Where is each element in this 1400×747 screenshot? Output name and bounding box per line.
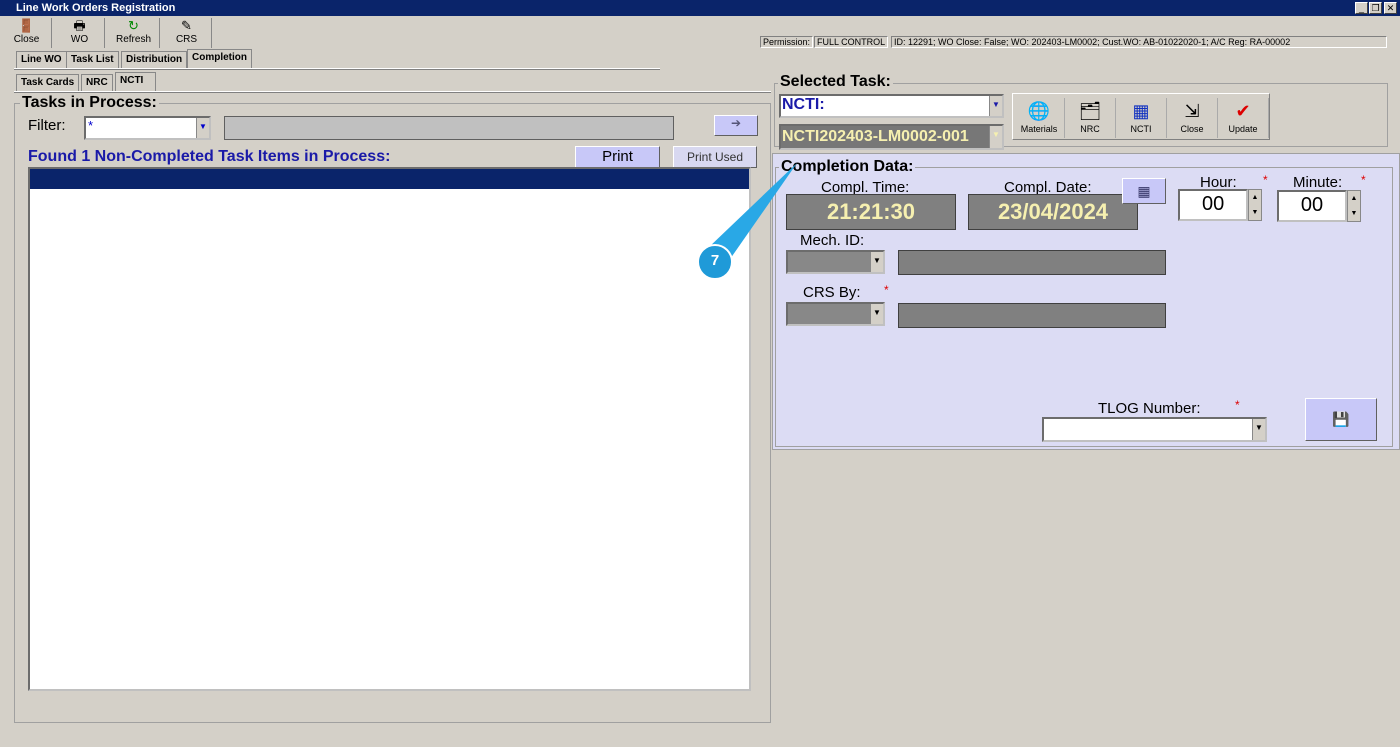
- tab-line-wo[interactable]: Line WO: [16, 51, 67, 68]
- tasks-list[interactable]: NCTI202403-LM0002-001 P DEM 4/11/2024 10…: [28, 167, 751, 691]
- selected-task-title: Selected Task:: [778, 73, 893, 91]
- required-marker: *: [884, 283, 889, 297]
- tlog-label: TLOG Number:: [1098, 400, 1201, 417]
- subtab-task-cards[interactable]: Task Cards: [16, 74, 80, 91]
- crs-by-dropdown[interactable]: ▼: [786, 302, 885, 326]
- floppy-disk-icon: 💾: [1332, 411, 1350, 427]
- chevron-down-icon[interactable]: ▼: [196, 118, 209, 138]
- tasks-title: Tasks in Process:: [20, 94, 159, 112]
- compl-time-value: 21:21:30: [786, 194, 956, 230]
- filter-value: *: [88, 118, 94, 133]
- chevron-down-icon[interactable]: ▼: [870, 252, 883, 272]
- label: NCTI: [1130, 124, 1152, 134]
- task-id: NCTI202403-LM0002-001: [32, 190, 207, 207]
- filter-dropdown[interactable]: * ▼: [84, 116, 211, 140]
- door-icon: 🚪: [18, 18, 35, 33]
- label: CRS: [175, 34, 198, 45]
- calendar-icon: ▦: [1137, 183, 1151, 199]
- globe-hand-icon: 🌐: [1027, 101, 1051, 121]
- tlog-dropdown[interactable]: ▼: [1042, 417, 1267, 442]
- subtab-nrc[interactable]: NRC: [81, 74, 113, 91]
- go-arrow-button[interactable]: ➔: [714, 115, 758, 136]
- compl-date-value: 23/04/2024: [968, 194, 1138, 230]
- tab-task-list[interactable]: Task List: [66, 51, 119, 68]
- printer-icon: 🖶: [73, 18, 86, 33]
- label: WO: [70, 34, 89, 45]
- filter-label: Filter:: [28, 117, 66, 134]
- permission-label: Permission:: [760, 36, 814, 48]
- task-date: 4/11/2024: [358, 250, 424, 267]
- toolbar-refresh-button[interactable]: ↻ Refresh: [108, 18, 160, 48]
- tab-completion[interactable]: Completion: [187, 49, 252, 69]
- label: Close: [13, 34, 40, 45]
- hour-stepper[interactable]: ▲ ▼: [1248, 189, 1262, 221]
- tab-distribution[interactable]: Distribution: [121, 51, 188, 68]
- label: Refresh: [115, 34, 151, 45]
- task-code: DEM: [312, 230, 346, 247]
- hour-input[interactable]: 00: [1178, 189, 1248, 221]
- window-title: Line Work Orders Registration: [16, 2, 176, 14]
- chevron-down-icon[interactable]: ▼: [1252, 419, 1265, 440]
- task-desc: TEST: [504, 290, 543, 307]
- nrc-button[interactable]: 🗂 NRC: [1065, 98, 1116, 138]
- ncti-button[interactable]: ▦ NCTI: [1116, 98, 1167, 138]
- toolbar-wo-button[interactable]: 🖶 WO: [55, 18, 105, 48]
- label: Update: [1228, 124, 1258, 134]
- task-dropdown[interactable]: NCTI202403-LM0002-001 ▼: [779, 124, 1004, 150]
- chevron-down-icon[interactable]: ▼: [989, 96, 1002, 116]
- required-marker: *: [1235, 398, 1240, 412]
- toolbar-close-button[interactable]: 🚪 Close: [2, 18, 52, 48]
- save-button[interactable]: 💾: [1305, 398, 1377, 441]
- subtab-ncti[interactable]: NCTI: [115, 72, 156, 92]
- label: NRC: [1080, 124, 1100, 134]
- crs-by-label: CRS By:: [803, 284, 861, 301]
- label: Materials: [1020, 124, 1058, 134]
- close-window-button[interactable]: ✕: [1384, 2, 1397, 14]
- update-button[interactable]: ✔ Update: [1218, 98, 1269, 138]
- found-count-label: Found 1 Non-Completed Task Items in Proc…: [28, 148, 391, 165]
- wo-info: ID: 12291; WO Close: False; WO: 202403-L…: [891, 36, 1387, 48]
- minimize-button[interactable]: _: [1355, 2, 1368, 14]
- print-button[interactable]: Print: [575, 146, 660, 168]
- minute-input[interactable]: 00: [1277, 190, 1347, 222]
- title-bar: Line Work Orders Registration: [0, 0, 1400, 16]
- required-marker: *: [1263, 173, 1268, 187]
- close-doc-icon: ⇲: [1184, 101, 1200, 121]
- calendar-button[interactable]: ▦: [1122, 178, 1166, 204]
- task-type-value: NCTI:: [782, 96, 825, 113]
- label: Close: [1180, 124, 1204, 134]
- clipboard-check-icon: ✔: [1235, 101, 1251, 121]
- crs-name-field: [898, 303, 1166, 328]
- refresh-icon: ↻: [128, 18, 139, 33]
- folder-icon: 🗂: [1078, 101, 1102, 121]
- restore-button[interactable]: ❐: [1369, 2, 1382, 14]
- divider: [14, 68, 660, 70]
- permission-value: FULL CONTROL: [814, 36, 889, 48]
- toolbar-crs-button[interactable]: ✎ CRS: [162, 18, 212, 48]
- chevron-down-icon[interactable]: ▼: [870, 304, 883, 324]
- filter-description: [224, 116, 674, 140]
- divider: [14, 91, 771, 93]
- task-type-dropdown[interactable]: NCTI: ▼: [779, 94, 1004, 118]
- task-time: 10:01: [448, 270, 486, 287]
- import-icon: ▦: [1132, 101, 1150, 121]
- arrow-right-icon: ➔: [730, 116, 742, 130]
- mech-name-field: [898, 250, 1166, 275]
- list-item[interactable]: NCTI202403-LM0002-001 P DEM 4/11/2024 10…: [30, 169, 749, 307]
- chevron-down-icon[interactable]: ▼: [989, 126, 1002, 148]
- crs-icon: ✎: [181, 18, 192, 33]
- task-value: NCTI202403-LM0002-001: [782, 128, 969, 145]
- task-status: P: [262, 210, 273, 227]
- close-task-button[interactable]: ⇲ Close: [1167, 98, 1218, 138]
- minute-stepper[interactable]: ▲ ▼: [1347, 190, 1361, 222]
- required-marker: *: [1361, 173, 1366, 187]
- materials-button[interactable]: 🌐 Materials: [1014, 98, 1065, 138]
- minute-label: Minute:: [1293, 174, 1343, 191]
- callout-number: 7: [710, 252, 720, 269]
